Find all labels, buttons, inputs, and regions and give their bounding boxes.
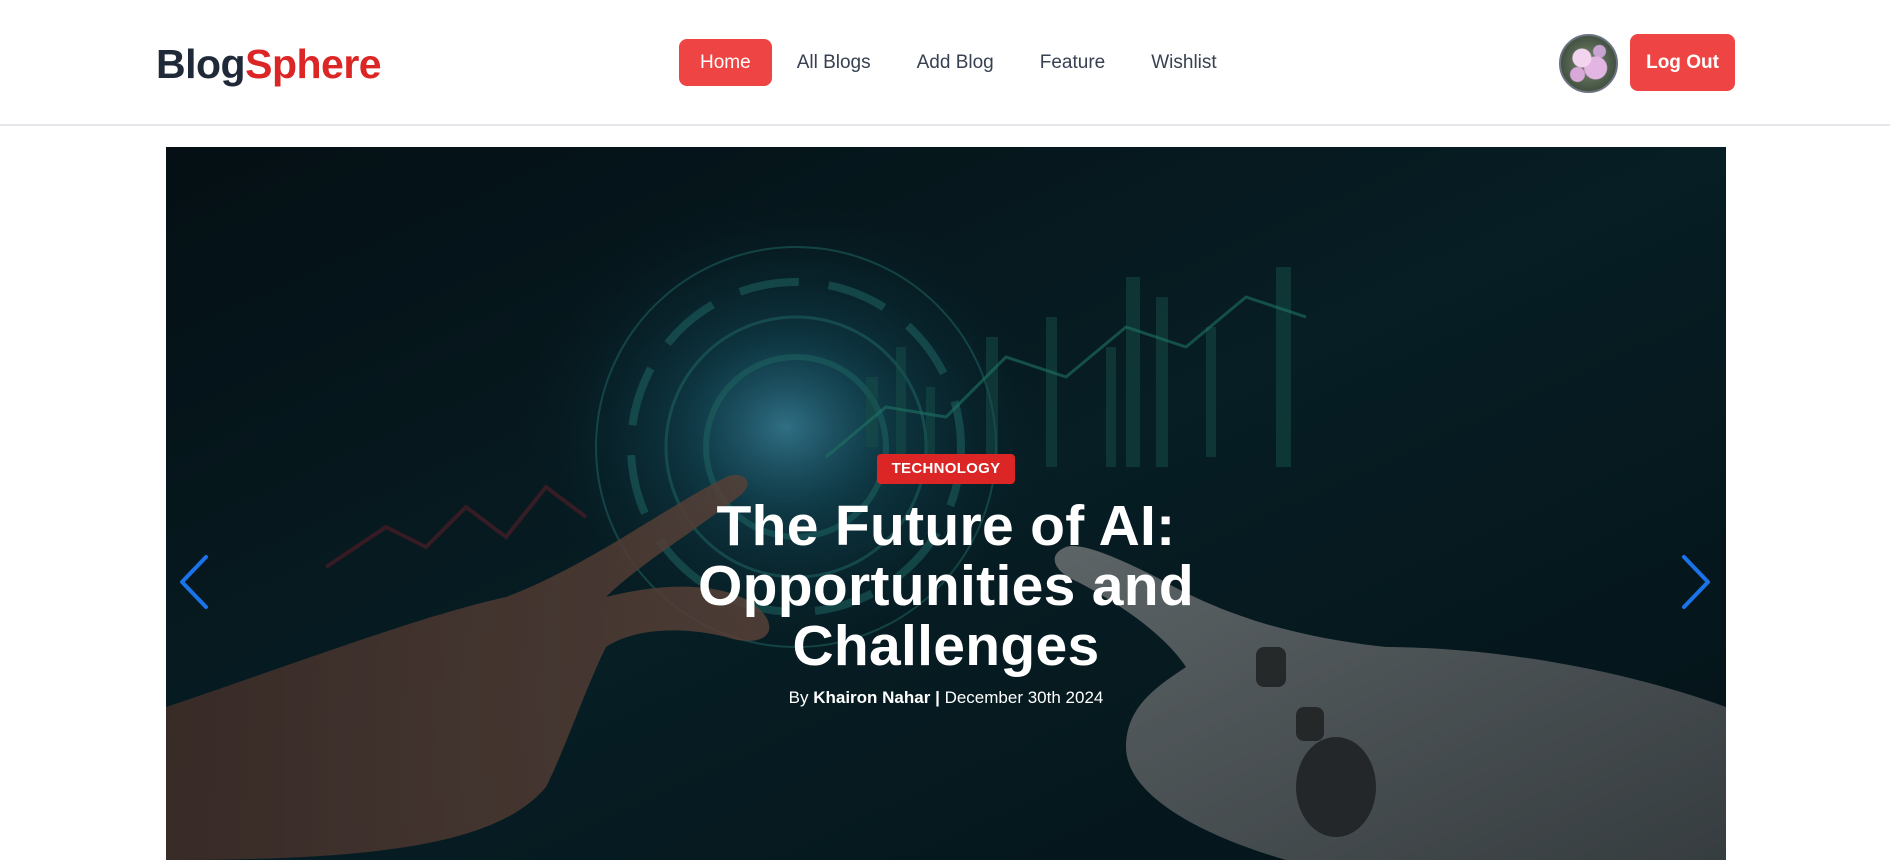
brand-logo-part2: Sphere xyxy=(245,41,382,87)
hero-byline: By Khairon Nahar | December 30th 2024 xyxy=(166,688,1726,708)
author-name[interactable]: Khairon Nahar xyxy=(813,688,930,707)
site-header: BlogSphere Home All Blogs Add Blog Featu… xyxy=(0,0,1890,126)
category-badge[interactable]: TECHNOLOGY xyxy=(876,454,1016,484)
chevron-right-icon[interactable] xyxy=(1678,553,1714,611)
byline-separator: | xyxy=(935,688,940,707)
post-date: December 30th 2024 xyxy=(944,688,1104,707)
chevron-left-icon[interactable] xyxy=(176,553,212,611)
nav-item-feature[interactable]: Feature xyxy=(1019,39,1126,86)
logout-button[interactable]: Log Out xyxy=(1630,34,1735,91)
user-avatar[interactable] xyxy=(1559,34,1618,93)
nav-item-all-blogs[interactable]: All Blogs xyxy=(776,39,892,86)
hero-title[interactable]: The Future of AI: Opportunities and Chal… xyxy=(666,496,1226,676)
nav-item-wishlist[interactable]: Wishlist xyxy=(1130,39,1237,86)
brand-logo[interactable]: BlogSphere xyxy=(156,38,382,90)
byline-prefix: By xyxy=(788,688,809,707)
hero-content: TECHNOLOGY The Future of AI: Opportuniti… xyxy=(166,454,1726,708)
main-nav: Home All Blogs Add Blog Feature Wishlist xyxy=(679,39,1242,86)
nav-item-home[interactable]: Home xyxy=(679,39,772,86)
hero-slider: TECHNOLOGY The Future of AI: Opportuniti… xyxy=(166,147,1726,860)
nav-item-add-blog[interactable]: Add Blog xyxy=(896,39,1015,86)
brand-logo-part1: Blog xyxy=(156,41,246,87)
